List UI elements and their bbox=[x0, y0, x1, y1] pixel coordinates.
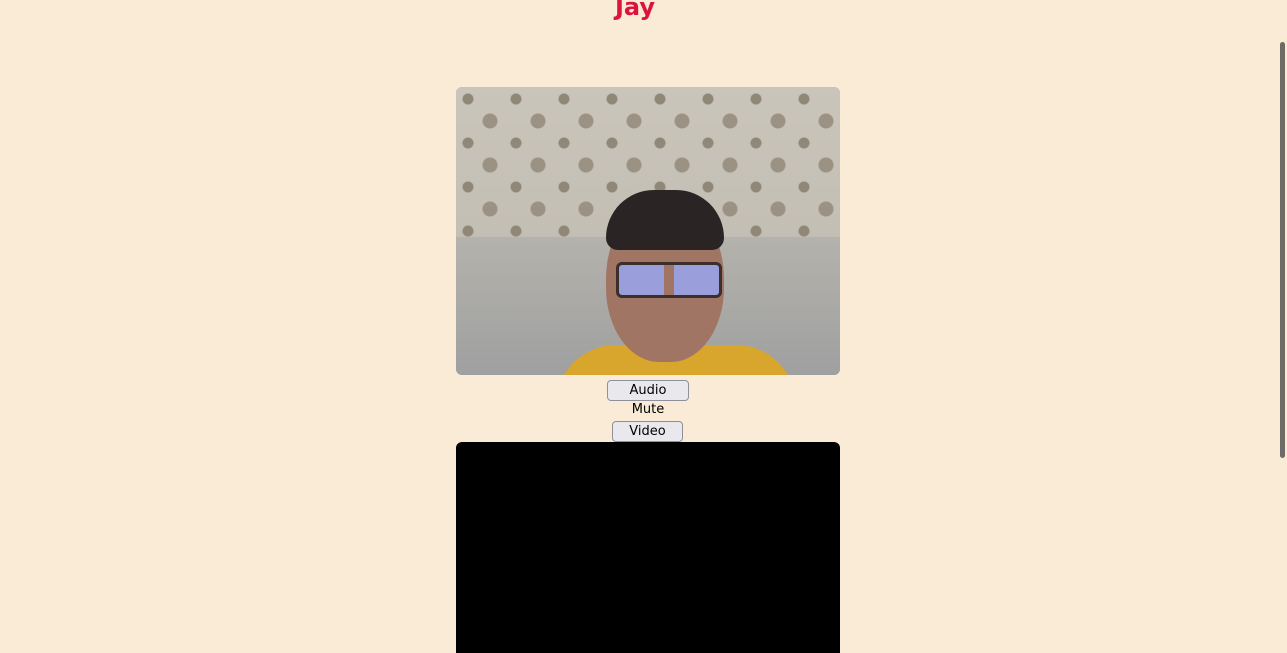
person-glasses bbox=[616, 262, 722, 298]
scrollbar[interactable] bbox=[1279, 0, 1287, 653]
local-video bbox=[456, 87, 840, 375]
video-off-button[interactable]: Video Off bbox=[612, 421, 683, 458]
scrollbar-thumb[interactable] bbox=[1280, 42, 1285, 458]
page-title: Jay bbox=[614, 0, 656, 21]
audio-mute-button[interactable]: Audio Mute bbox=[607, 380, 689, 417]
remote-video bbox=[456, 442, 840, 653]
video-call-page: Jay Audio Mute Video Off bbox=[0, 0, 1287, 653]
